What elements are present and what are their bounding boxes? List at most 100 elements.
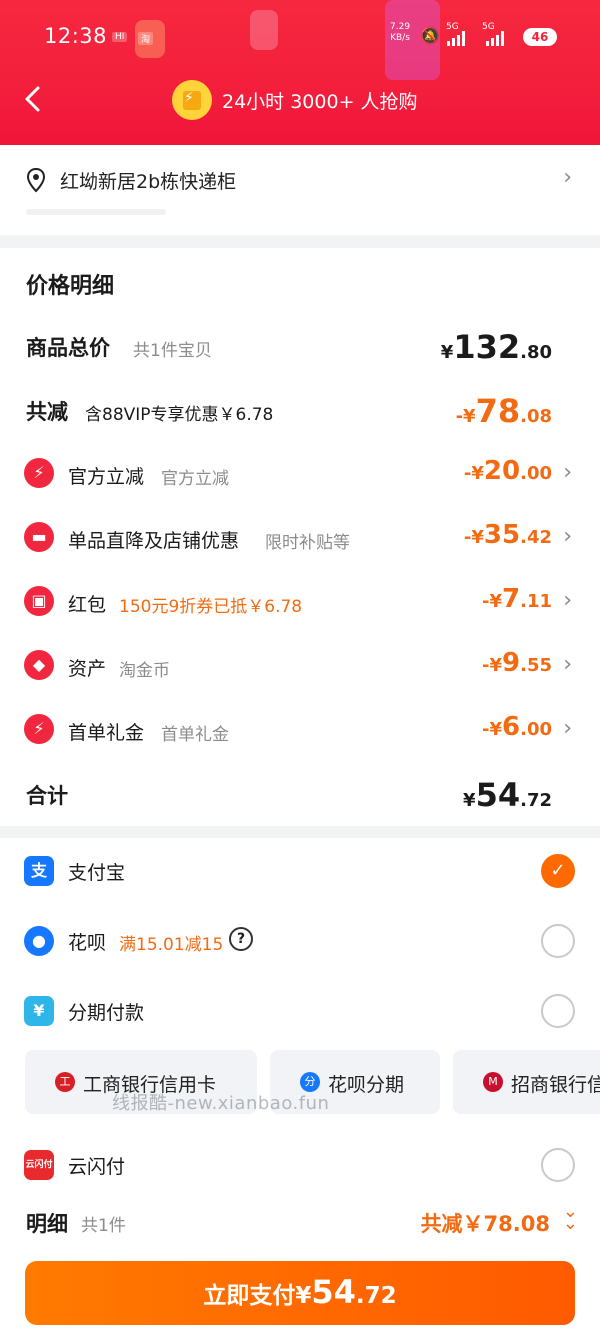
payment-label: 云闪付 <box>68 1156 126 1178</box>
back-button[interactable] <box>22 84 44 114</box>
amount-dec: .11 <box>520 591 552 612</box>
sum-row: 合计 ¥54.72 <box>0 774 600 814</box>
amount-int: 35 <box>483 520 521 550</box>
amount-dec: .72 <box>520 790 552 811</box>
amount-dec: .55 <box>520 655 552 676</box>
status-notification-icon: HI <box>112 32 128 42</box>
discount-row-assets[interactable]: ◆ 资产 淘金币 -¥9.55 › <box>0 646 600 686</box>
tag-icon: ◆ <box>24 650 54 680</box>
row-amount: ¥132.80 <box>441 328 552 366</box>
row-sublabel: 限时补贴等 <box>265 533 350 553</box>
row-label: 商品总价 <box>26 336 110 360</box>
help-icon[interactable]: ? <box>229 927 253 951</box>
radio-unchecked[interactable] <box>541 994 575 1028</box>
shop-icon: ▬ <box>24 522 54 552</box>
row-sublabel: 含88VIP专享优惠￥6.78 <box>85 405 274 425</box>
installment-icon: ¥ <box>24 996 54 1026</box>
signal-bars-icon <box>447 30 465 46</box>
delivery-address: 红坳新居2b栋快递柜 <box>60 171 237 193</box>
row-label: 首单礼金 <box>68 722 145 744</box>
currency: -¥ <box>455 406 476 427</box>
payment-option-alipay[interactable]: 支 支付宝 ✓ <box>0 846 600 896</box>
discount-row-first-order[interactable]: ⚡ 首单礼金 首单礼金 -¥6.00 › <box>0 710 600 750</box>
discount-row-store[interactable]: ▬ 单品直降及店铺优惠 限时补贴等 -¥35.42 › <box>0 518 600 558</box>
amount-int: 7 <box>502 584 521 614</box>
currency: -¥ <box>482 591 503 612</box>
net-speed-value: 7.29 <box>390 22 411 32</box>
shopping-bag-bolt-icon <box>172 80 212 120</box>
row-sublabel: 官方立减 <box>161 469 229 489</box>
row-amount: -¥7.11 <box>482 584 552 614</box>
radio-checked[interactable]: ✓ <box>541 854 575 888</box>
currency: -¥ <box>482 719 503 740</box>
alipay-icon: 支 <box>24 856 54 886</box>
pay-button-label: 立即支付 <box>203 1283 296 1309</box>
huabei-icon: ● <box>24 926 54 956</box>
payment-label: 支付宝 <box>68 862 126 884</box>
net-speed: 7.29 KB/s <box>390 22 410 44</box>
net-speed-unit: KB/s <box>390 33 410 43</box>
discount-row-official[interactable]: ⚡ 官方立减 官方立减 -¥20.00 › <box>0 454 600 494</box>
chevron-left-icon <box>25 86 40 112</box>
chevron-right-icon: › <box>563 524 572 549</box>
detail-reduce: 共减￥78.08 <box>420 1212 550 1236</box>
currency: -¥ <box>482 655 503 676</box>
chevron-right-icon: › <box>563 588 572 613</box>
header: 12:38 HI 淘 7.29 KB/s 🔕 5G 5G 46 24小时 300… <box>0 0 600 145</box>
installment-card-cmb[interactable]: M 招商银行信 <box>453 1050 600 1114</box>
row-amount: ¥54.72 <box>463 776 552 814</box>
watermark: 线报酷-new.xianbao.fun <box>112 1093 330 1114</box>
payment-option-installment[interactable]: ¥ 分期付款 <box>0 986 600 1036</box>
payment-option-unionpay[interactable]: 云闪付 云闪付 <box>0 1140 600 1190</box>
chevron-down-double-icon: ⌄ ⌄ <box>562 1201 578 1234</box>
detail-label: 明细 <box>26 1212 68 1236</box>
huabei-promo: 满15.01减15 <box>119 935 224 955</box>
signal-bars-icon <box>486 30 504 46</box>
address-section[interactable]: 红坳新居2b栋快递柜 › <box>0 145 600 235</box>
radio-unchecked[interactable] <box>541 924 575 958</box>
bolt-icon: ⚡ <box>24 458 54 488</box>
currency: ¥ <box>463 790 476 811</box>
amount-int: 78 <box>475 392 521 430</box>
row-amount: -¥20.00 <box>464 456 552 486</box>
price-detail-section: 价格明细 商品总价 共1件宝贝 ¥132.80 共减 含88VIP专享优惠￥6.… <box>0 248 600 826</box>
amount-int: 20 <box>483 456 521 486</box>
row-amount: -¥35.42 <box>464 520 552 550</box>
discount-row-redpacket[interactable]: ▣ 红包 150元9折券已抵￥6.78 -¥7.11 › <box>0 582 600 622</box>
page-title: 24小时 3000+ 人抢购 <box>222 91 418 113</box>
amount-dec: .00 <box>520 719 552 740</box>
total-price-row: 商品总价 共1件宝贝 ¥132.80 <box>0 326 600 366</box>
detail-count: 共1件 <box>81 1216 126 1236</box>
payment-option-huabei[interactable]: ● 花呗 满15.01减15 ? <box>0 916 600 966</box>
radio-unchecked[interactable] <box>541 1148 575 1182</box>
amount-dec: .80 <box>520 342 552 363</box>
icbc-logo-icon: 工 <box>55 1072 75 1092</box>
unionpay-icon: 云闪付 <box>24 1150 54 1180</box>
row-label: 红包 <box>68 594 107 616</box>
pay-button-amount-int: 54 <box>311 1273 356 1311</box>
red-packet-icon: ▣ <box>24 586 54 616</box>
currency: ¥ <box>440 342 454 363</box>
amount-int: 9 <box>502 648 521 678</box>
row-label: 共减 <box>26 400 68 424</box>
row-label: 资产 <box>68 658 107 680</box>
status-bar: 12:38 HI 淘 7.29 KB/s 🔕 5G 5G 46 <box>0 20 600 54</box>
total-reduce-row: 共减 含88VIP专享优惠￥6.78 -¥78.08 <box>0 390 600 430</box>
row-amount: -¥78.08 <box>456 392 552 430</box>
payment-label: 花呗 <box>68 932 107 954</box>
pay-now-button[interactable]: 立即支付¥54.72 <box>25 1261 575 1325</box>
row-amount: -¥9.55 <box>482 648 552 678</box>
row-sublabel: 淘金币 <box>119 661 170 681</box>
pay-button-content: 立即支付¥54.72 <box>25 1273 575 1311</box>
amount-int: 132 <box>453 328 521 366</box>
currency: -¥ <box>463 527 484 548</box>
battery-icon: 46 <box>523 28 557 46</box>
detail-bar[interactable]: 明细 共1件 共减￥78.08 ⌄ ⌄ <box>0 1200 600 1244</box>
card-label: 招商银行信 <box>511 1074 600 1096</box>
pay-button-amount-dec: .72 <box>355 1283 397 1309</box>
row-amount: -¥6.00 <box>482 712 552 742</box>
pay-button-currency: ¥ <box>295 1283 312 1309</box>
row-sublabel: 150元9折券已抵￥6.78 <box>119 597 303 617</box>
chevron-right-icon: › <box>563 716 572 741</box>
location-pin-icon <box>26 167 46 193</box>
